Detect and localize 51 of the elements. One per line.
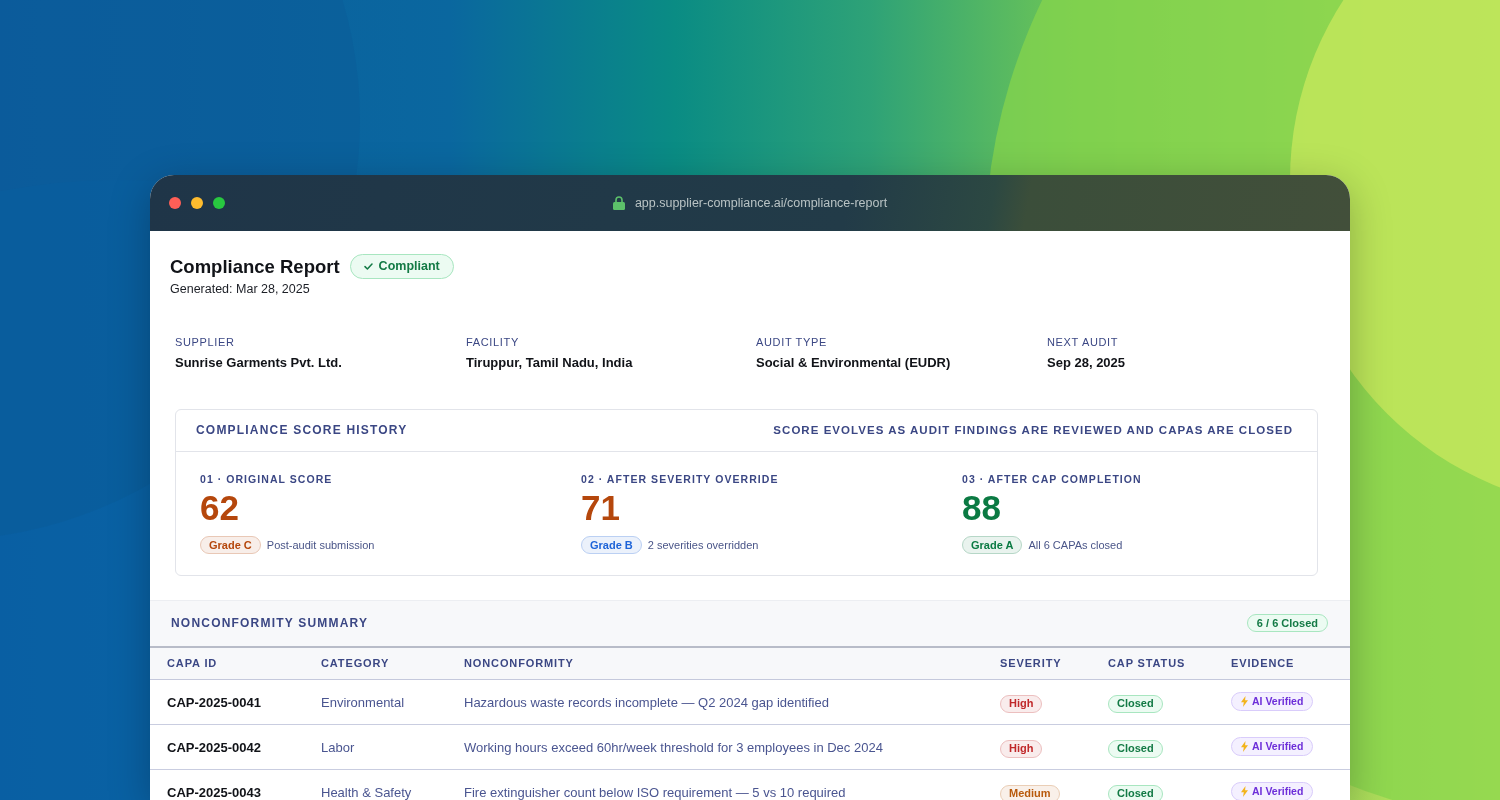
table-cell: Hazardous waste records incomplete — Q2 2024 gap identified [447, 679, 984, 725]
column-header: CAPA ID [150, 646, 305, 680]
stage-label: 01 · ORIGINAL SCORE [200, 471, 333, 486]
field-label: SUPPLIER [175, 334, 236, 349]
report-title: Compliance Report [170, 254, 340, 279]
column-header: CATEGORY [305, 646, 447, 680]
stage-note: Post-audit submission [266, 537, 375, 553]
table-cell: Health & Safety [305, 769, 447, 800]
field-value: Sep 28, 2025 [1047, 353, 1127, 371]
column-header: EVIDENCE [1215, 646, 1350, 680]
stage-note: 2 severities overridden [647, 537, 759, 553]
table-cell: Working hours exceed 60hr/week threshold for 3 employees in Dec 2024 [447, 724, 984, 770]
field-value: Tiruppur, Tamil Nadu, India [466, 353, 634, 371]
grade-badge: Grade A [962, 535, 1023, 554]
table-cell: CAP-2025-0041 [150, 679, 305, 725]
score-value: 62 [200, 488, 239, 527]
section-caption: SCORE EVOLVES AS AUDIT FINDINGS ARE REVIEWED AND CAPAS ARE CLOSED [773, 422, 1293, 438]
column-header: NONCONFORMITY [447, 646, 984, 680]
table-cell: Fire extinguisher count below ISO requirement — 5 vs 10 required [447, 769, 984, 800]
score-value: 88 [962, 488, 1001, 527]
score-value: 71 [581, 488, 620, 527]
table-cell: Labor [305, 724, 447, 770]
status-label: Compliant [378, 258, 440, 276]
evidence-label: AI Verified [1252, 738, 1304, 754]
stage-label: 02 · AFTER SEVERITY OVERRIDE [581, 471, 779, 486]
severity-badge: High [1000, 694, 1043, 713]
status-badge: Closed [1108, 784, 1163, 800]
field-value: Social & Environmental (EUDR) [756, 353, 952, 371]
severity-badge: High [1000, 739, 1043, 758]
grade-badge: Grade C [200, 535, 261, 554]
status-badge: Closed [1108, 694, 1163, 713]
generated-date: Generated: Mar 28, 2025 [170, 281, 311, 298]
field-label: AUDIT TYPE [756, 334, 828, 349]
field-label: NEXT AUDIT [1047, 334, 1120, 349]
field-value: Sunrise Garments Pvt. Ltd. [175, 353, 343, 371]
section-title: NONCONFORMITY SUMMARY [171, 615, 369, 633]
section-title: COMPLIANCE SCORE HISTORY [196, 422, 408, 440]
stage-note: All 6 CAPAs closed [1028, 537, 1123, 553]
field-label: FACILITY [466, 334, 520, 349]
closed-count-badge: 6 / 6 Closed [1246, 614, 1328, 633]
table-cell: CAP-2025-0042 [150, 724, 305, 770]
status-badge: Closed [1108, 739, 1163, 758]
grade-badge: Grade B [581, 535, 642, 554]
column-header: SEVERITY [984, 646, 1092, 680]
stage-label: 03 · AFTER CAP COMPLETION [962, 471, 1142, 486]
evidence-label: AI Verified [1252, 783, 1304, 799]
evidence-label: AI Verified [1252, 693, 1304, 709]
column-header: CAP STATUS [1092, 646, 1215, 680]
severity-badge: Medium [1000, 784, 1060, 800]
table-cell: Environmental [305, 679, 447, 725]
table-cell: CAP-2025-0043 [150, 769, 305, 800]
